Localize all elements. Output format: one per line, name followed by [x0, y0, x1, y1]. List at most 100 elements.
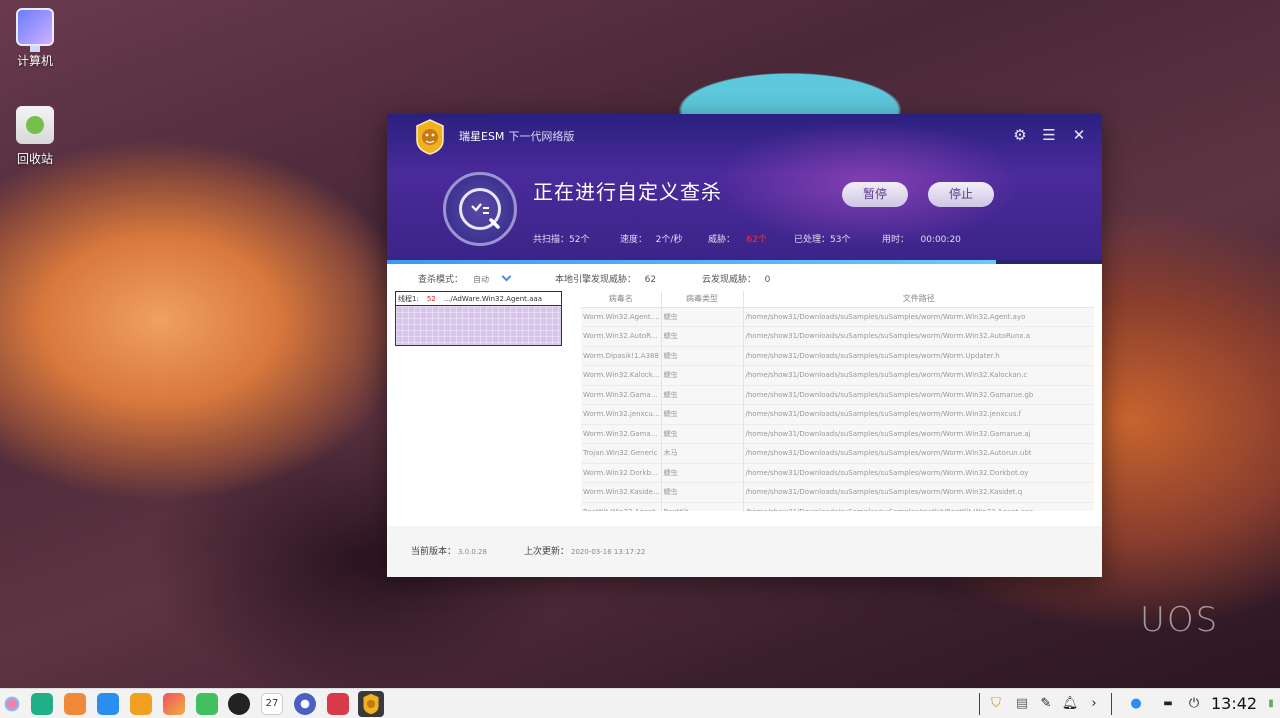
package-icon[interactable] [130, 693, 152, 715]
virus-type-cell: 蠕虫 [660, 326, 743, 347]
stat-threat: 威胁： 62个 [708, 235, 767, 245]
table-header-row: 病毒名 病毒类型 文件路径 [581, 291, 1094, 308]
virus-name-cell: Worm.Win32.Dorkbot.oy [581, 463, 661, 483]
table-row[interactable]: Worm.Win32.Gamarue.gb蠕虫/home/show31/Down… [581, 385, 1094, 405]
virus-type-cell: 蠕虫 [660, 482, 743, 503]
menu-icon[interactable]: ☰ [1040, 126, 1058, 144]
scan-status-icon [443, 172, 517, 246]
scan-title: 正在进行自定义查杀 [533, 180, 722, 204]
file-path-cell: /home/show31/Downloads/suSamples/suSampl… [742, 463, 1094, 483]
terminal-icon[interactable] [327, 693, 349, 715]
virus-type-cell: 蠕虫 [660, 424, 743, 444]
virus-name-cell: Worm.Win32.Agent.ayo [581, 307, 661, 327]
column-header[interactable]: 病毒名 [581, 291, 661, 308]
trash-icon [16, 106, 54, 144]
virus-name-cell: Trojan.Win32.Generic [581, 443, 661, 464]
file-path-cell: /home/show31/Downloads/suSamples/suSampl… [742, 346, 1094, 366]
virus-name-cell: Worm.Win32.Gamarue.aj [581, 424, 661, 444]
file-manager-icon[interactable] [64, 693, 86, 715]
table-row[interactable]: RootKit.Win32.AgentRootKit/home/show31/D… [581, 502, 1094, 511]
stat-handled: 已处理：53个 [794, 235, 851, 245]
uos-watermark: UOS [1140, 600, 1220, 640]
table-row[interactable]: Worm.Win32.Gamarue.aj蠕虫/home/show31/Down… [581, 424, 1094, 444]
scan-mode[interactable]: 查杀模式： 自动 [418, 271, 512, 285]
network-icon[interactable]: ● [1127, 695, 1145, 713]
video-player-icon[interactable] [228, 693, 250, 715]
scan-mode-value: 自动 [473, 275, 490, 284]
virus-name-cell: Worm.Win32.Gamarue.gb [581, 385, 661, 405]
virus-table[interactable]: 病毒名 病毒类型 文件路径 Worm.Win32.Agent.ayo 蠕虫/hom… [581, 291, 1094, 511]
keyboard-icon[interactable]: ▬ [1159, 695, 1177, 713]
app-edition: 下一代网络版 [508, 130, 575, 143]
column-header[interactable]: 文件路径 [742, 291, 1094, 308]
pen-icon[interactable]: ✎ [1037, 695, 1055, 713]
printer-icon[interactable]: ▤ [1013, 695, 1031, 713]
virus-name-cell: Worm.Win32.jenxcus.f [581, 404, 661, 425]
file-path-cell: /home/show31/Downloads/suSamples/suSampl… [742, 424, 1094, 444]
stat-speed: 速度： 2个/秒 [620, 235, 683, 245]
notification-bell-icon[interactable]: 🔔︎ [1061, 695, 1079, 713]
last-update-info: 上次更新： 2020-03-16 13:17:22 [524, 547, 646, 557]
file-path-cell: /home/show31/Downloads/suSamples/suSampl… [742, 365, 1094, 386]
virus-type-cell: 蠕虫 [660, 365, 743, 386]
table-row[interactable]: Worm.Win32.Agent.ayo 蠕虫/home/show31/Downl… [581, 307, 1094, 327]
file-path-cell: /home/show31/Downloads/suSamples/suSampl… [742, 443, 1094, 464]
table-row[interactable]: Worm.Win32.Kalockan.c 蠕虫/home/show31/Down… [581, 365, 1094, 386]
desktop-icon-computer[interactable]: 计算机 [0, 8, 70, 69]
virus-type-cell: 木马 [660, 443, 743, 464]
table-row[interactable]: Worm.Win32.jenxcus.f 蠕虫/home/show31/Downl… [581, 404, 1094, 425]
stop-button[interactable]: 停止 [928, 182, 994, 207]
browser-icon[interactable] [294, 693, 316, 715]
virus-type-cell: 蠕虫 [660, 404, 743, 425]
table-row[interactable]: Worm.Dipasik!1.A388 蠕虫/home/show31/Downlo… [581, 346, 1094, 366]
multitask-view-icon[interactable] [31, 693, 53, 715]
thread-activity-grid [396, 306, 561, 345]
rising-esm-taskbar-icon[interactable] [358, 691, 384, 717]
table-row[interactable]: Worm.Win32.AutoRun.a 蠕虫/home/show31/Downl… [581, 326, 1094, 347]
pause-button[interactable]: 暂停 [842, 182, 908, 207]
image-viewer-icon[interactable] [163, 693, 185, 715]
close-icon[interactable]: ✕ [1070, 126, 1088, 144]
settings-gear-icon[interactable]: ⚙ [1011, 126, 1029, 144]
table-row[interactable]: Worm.Win32.Dorkbot.oy 蠕虫/home/show31/Down… [581, 463, 1094, 483]
virus-name-cell: RootKit.Win32.Agent [581, 502, 661, 511]
tray-separator [979, 693, 980, 715]
column-header[interactable]: 病毒类型 [660, 291, 743, 308]
virus-name-cell: Worm.Win32.Kasidet.q [581, 482, 661, 503]
computer-icon [16, 8, 54, 52]
local-engine-threats: 本地引擎发现威胁： 62 [555, 275, 657, 285]
app-title: 瑞星ESM 下一代网络版 [459, 128, 574, 144]
chevron-right-icon[interactable]: › [1085, 695, 1103, 713]
show-desktop-icon[interactable]: ▮ [1262, 695, 1280, 713]
power-icon[interactable]: ⏻ [1185, 695, 1203, 713]
thread-line: 线程1: 52 .../AdWare.Win32.Agent.aaa [396, 292, 561, 306]
window-header: 瑞星ESM 下一代网络版 ⚙ ☰ ✕ 正在进行自定义查杀 暂停 停止 共扫描：52… [387, 114, 1102, 264]
scan-mode-label: 查杀模式： [418, 275, 464, 285]
scan-progress-fill [387, 260, 997, 264]
virus-type-cell: 蠕虫 [660, 307, 743, 327]
file-path-cell: /home/show31/Downloads/suSamples/suSampl… [742, 307, 1094, 327]
table-row[interactable]: Worm.Win32.Kasidet.q 蠕虫/home/show31/Downl… [581, 482, 1094, 503]
rising-tray-icon[interactable]: ⛉ [987, 695, 1005, 713]
app-name: 瑞星ESM [459, 130, 505, 143]
virus-type-cell: 蠕虫 [660, 463, 743, 483]
music-icon[interactable] [196, 693, 218, 715]
stat-time: 用时： 00:00:20 [882, 235, 961, 245]
thread-status-panel: 线程1: 52 .../AdWare.Win32.Agent.aaa [395, 291, 562, 346]
virus-type-cell: 蠕虫 [660, 385, 743, 405]
tray-separator [1111, 693, 1112, 715]
version-info: 当前版本： 3.0.0.28 [411, 547, 487, 557]
launcher-icon[interactable] [1, 693, 23, 715]
virus-name-cell: Worm.Win32.Kalockan.c [581, 365, 661, 386]
desktop-icon-label: 计算机 [16, 54, 53, 68]
chevron-down-icon[interactable] [501, 271, 512, 282]
virus-name-cell: Worm.Dipasik!1.A388 [581, 346, 661, 366]
taskbar: 27 ⛉ ▤ ✎ 🔔︎ › ● ▬ ⏻ 13:42 ▮ [0, 688, 1280, 718]
desktop-icon-trash[interactable]: 回收站 [0, 106, 70, 167]
calendar-icon[interactable]: 27 [261, 693, 283, 715]
rising-esm-window: 瑞星ESM 下一代网络版 ⚙ ☰ ✕ 正在进行自定义查杀 暂停 停止 共扫描：52… [387, 114, 1102, 577]
stat-scanned: 共扫描：52个 [533, 235, 590, 245]
app-store-icon[interactable] [97, 693, 119, 715]
table-row[interactable]: Trojan.Win32.Generic 木马/home/show31/Downl… [581, 443, 1094, 464]
clock[interactable]: 13:42 [1211, 694, 1257, 713]
